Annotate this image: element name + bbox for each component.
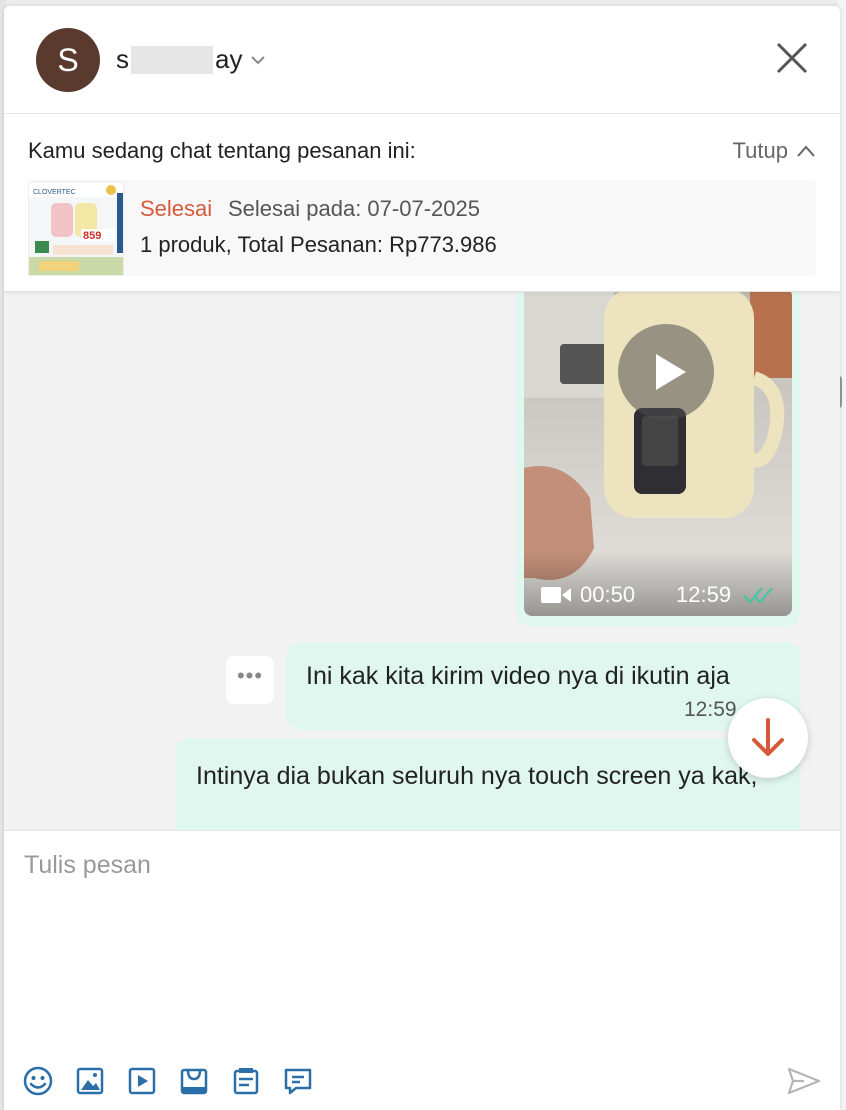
video-camera-icon: [541, 587, 571, 603]
product-thumbnail: CLOVERTEC 859: [28, 182, 124, 276]
message-bubble[interactable]: Ini kak kita kirim video nya di ikutin a…: [286, 642, 800, 730]
avatar[interactable]: S: [36, 28, 100, 92]
scroll-to-bottom-button[interactable]: [728, 698, 808, 778]
order-close-button[interactable]: Tutup: [733, 138, 816, 164]
message-bubble[interactable]: Intinya dia bukan seluruh nya touch scre…: [176, 738, 800, 830]
username[interactable]: s ay: [116, 44, 242, 75]
product-image: CLOVERTEC 859: [29, 183, 123, 275]
order-card[interactable]: CLOVERTEC 859 Selesai Selesai pada: 07-0…: [28, 180, 816, 276]
username-start: s: [116, 44, 129, 74]
image-icon[interactable]: [74, 1065, 106, 1097]
order-icon[interactable]: [230, 1065, 262, 1097]
close-icon[interactable]: [772, 38, 812, 78]
chevron-down-icon[interactable]: [248, 50, 268, 70]
username-redaction: [131, 45, 213, 74]
play-icon[interactable]: [618, 324, 714, 420]
order-close-label: Tutup: [732, 138, 788, 163]
video-timestamp: 12:59: [676, 582, 732, 607]
order-summary: 1 produk, Total Pesanan: Rp773.986: [140, 232, 497, 257]
message-input[interactable]: [24, 851, 814, 1031]
read-ticks-icon: [743, 587, 773, 604]
username-end: ay: [215, 44, 243, 74]
message-list[interactable]: 00:50 12:59 ••• Ini kak kita kirim video…: [4, 292, 840, 830]
order-completed-date: Selesai pada: 07-07-2025: [228, 196, 480, 221]
video-icon[interactable]: [126, 1065, 158, 1097]
chat-window: S s ay Kamu sedang chat tentang pesanan …: [4, 6, 840, 1110]
emoji-icon[interactable]: [22, 1065, 54, 1097]
message-text: Intinya dia bukan seluruh nya touch scre…: [196, 762, 758, 790]
chat-header: S s ay: [4, 6, 840, 114]
message-composer: [4, 830, 840, 1110]
video-duration: 00:50: [580, 582, 636, 607]
message-text: Ini kak kita kirim video nya di ikutin a…: [306, 662, 730, 690]
send-icon[interactable]: [786, 1065, 822, 1097]
svg-text:CLOVERTEC: CLOVERTEC: [33, 189, 76, 196]
video-preview[interactable]: 00:50 12:59: [524, 292, 792, 616]
product-icon[interactable]: [178, 1065, 210, 1097]
quick-reply-icon[interactable]: [282, 1065, 314, 1097]
video-message[interactable]: 00:50 12:59: [516, 292, 800, 626]
message-more-button[interactable]: •••: [226, 656, 274, 704]
message-timestamp: 12:59: [684, 698, 737, 721]
order-context-bar: Kamu sedang chat tentang pesanan ini: Tu…: [4, 114, 840, 292]
chevron-up-icon: [797, 145, 815, 157]
order-status: Selesai: [140, 196, 213, 221]
svg-text:859: 859: [83, 230, 101, 242]
order-context-title: Kamu sedang chat tentang pesanan ini:: [28, 138, 416, 163]
composer-toolbar: [22, 1065, 314, 1097]
